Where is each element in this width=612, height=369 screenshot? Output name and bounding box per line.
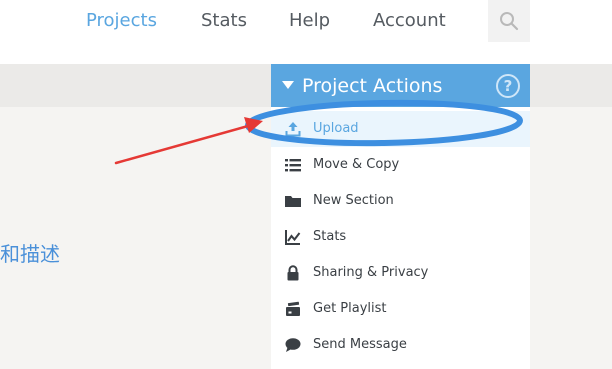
list-icon [284, 156, 302, 174]
menu-item-label: Stats [313, 229, 347, 244]
menu-item-stats[interactable]: Stats [271, 219, 530, 255]
caret-down-icon [282, 81, 294, 89]
nav-account[interactable]: Account [373, 9, 446, 33]
panel-title: Project Actions [302, 75, 443, 97]
nav-help[interactable]: Help [289, 9, 330, 33]
nav-projects[interactable]: Projects [86, 9, 157, 33]
menu-item-upload[interactable]: Upload [271, 111, 530, 147]
help-icon[interactable]: ? [496, 74, 520, 98]
menu-item-label: Get Playlist [313, 301, 387, 316]
folder-icon [284, 192, 302, 210]
description-text-fragment: 和描述 [0, 242, 60, 266]
menu-item-label: Sharing & Privacy [313, 265, 429, 280]
menu-item-label: Move & Copy [313, 157, 400, 172]
menu-item-get-playlist[interactable]: Get Playlist [271, 291, 530, 327]
nav-stats[interactable]: Stats [201, 9, 247, 33]
playlist-icon [284, 300, 302, 318]
search-icon [500, 12, 519, 31]
project-actions-header[interactable]: Project Actions ? [271, 64, 530, 107]
menu-item-label: Upload [313, 121, 359, 136]
menu-item-sharing-privacy[interactable]: Sharing & Privacy [271, 255, 530, 291]
upload-icon [284, 120, 302, 138]
menu-item-new-section[interactable]: New Section [271, 183, 530, 219]
project-actions-panel: Project Actions ? Upload Move & Copy New… [271, 64, 530, 369]
search-button[interactable] [488, 0, 530, 42]
top-navigation: Projects Stats Help Account [0, 0, 612, 64]
menu-item-label: New Section [313, 193, 394, 208]
message-icon [284, 336, 302, 354]
menu-item-label: Send Message [313, 337, 407, 352]
menu-item-send-message[interactable]: Send Message [271, 327, 530, 363]
chart-icon [284, 228, 302, 246]
menu-item-move-copy[interactable]: Move & Copy [271, 147, 530, 183]
lock-icon [284, 264, 302, 282]
